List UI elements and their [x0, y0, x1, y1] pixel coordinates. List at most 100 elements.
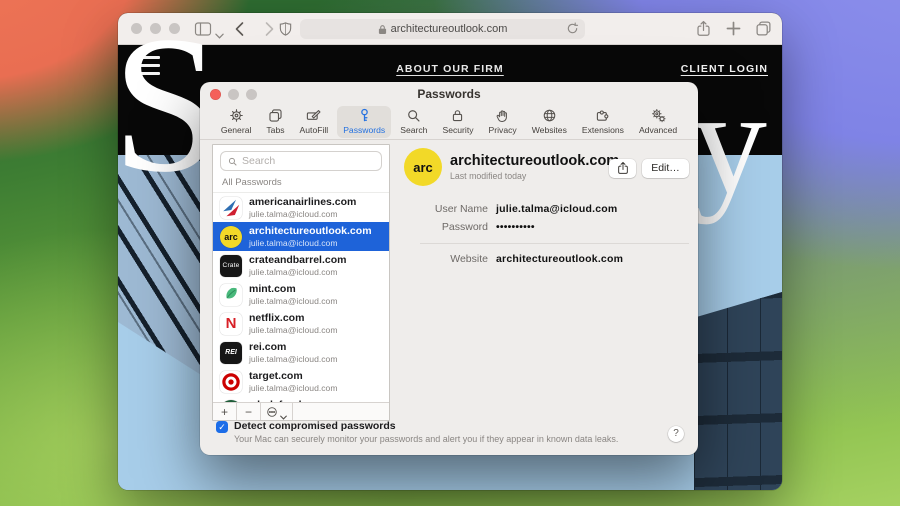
- list-footer: + −: [213, 402, 389, 420]
- desktop-wallpaper: architectureoutlook.com: [0, 0, 900, 506]
- dialog-zoom-button[interactable]: [246, 89, 257, 100]
- site-name: crateandbarrel.com: [249, 254, 346, 266]
- prefs-tab-label: AutoFill: [300, 125, 329, 135]
- dialog-titlebar: Passwords: [200, 82, 698, 106]
- website-label: Website: [402, 253, 488, 265]
- password-list-item-crateandbarrel.com[interactable]: Crate crateandbarrel.comjulie.talma@iclou…: [213, 251, 389, 280]
- password-list-item-mint.com[interactable]: mint.comjulie.talma@icloud.com: [213, 280, 389, 309]
- americanairlines-icon: [220, 197, 242, 219]
- password-list-item-target.com[interactable]: target.comjulie.talma@icloud.com: [213, 367, 389, 396]
- building-photo-right: [694, 292, 782, 490]
- site-username: julie.talma@icloud.com: [249, 325, 338, 335]
- detect-compromised-checkbox[interactable]: ✓: [216, 421, 228, 433]
- field-row-user-name: User Name julie.talma@icloud.com: [402, 203, 689, 215]
- dialog-minimize-button[interactable]: [228, 89, 239, 100]
- target-icon: [220, 371, 242, 393]
- prefs-tab-label: Security: [442, 125, 473, 135]
- password-list-item-architectureoutlook.com[interactable]: arc architectureoutlook.comjulie.talma@ic…: [213, 222, 389, 251]
- chevron-down-icon: [280, 409, 287, 414]
- mint-icon: [220, 284, 242, 306]
- prefs-tab-tabs[interactable]: Tabs: [260, 106, 290, 138]
- field-row-password: Password ••••••••••: [402, 221, 689, 233]
- site-username: julie.talma@icloud.com: [249, 354, 338, 364]
- dialog-bottom-bar: ✓ Detect compromised passwords Your Mac …: [216, 420, 686, 448]
- share-password-button[interactable]: [609, 159, 636, 178]
- arc-icon: arc: [220, 226, 242, 248]
- prefs-tab-label: Websites: [532, 125, 567, 135]
- detail-header: arc architectureoutlook.com Last modifie…: [402, 144, 689, 186]
- add-password-button[interactable]: +: [213, 403, 237, 420]
- site-name: architectureoutlook.com: [249, 225, 372, 237]
- field-label: Password: [402, 221, 488, 233]
- password-detail-pane: arc architectureoutlook.com Last modifie…: [402, 144, 689, 421]
- field-value[interactable]: ••••••••••: [496, 221, 535, 233]
- prefs-tab-websites[interactable]: Websites: [526, 106, 573, 138]
- toolbar-right-group: [695, 20, 772, 37]
- site-name: mint.com: [249, 283, 338, 295]
- site-username: julie.talma@icloud.com: [249, 267, 346, 277]
- extensions-icon: [594, 107, 611, 124]
- prefs-tab-label: Privacy: [489, 125, 517, 135]
- prefs-tab-label: Extensions: [582, 125, 624, 135]
- site-name: americanairlines.com: [249, 196, 356, 208]
- dialog-title: Passwords: [200, 82, 698, 107]
- remove-password-button[interactable]: −: [237, 403, 261, 420]
- website-row: Website architectureoutlook.com: [402, 253, 689, 265]
- crateandbarrel-icon: Crate: [220, 255, 242, 277]
- lock-icon: [378, 24, 387, 35]
- prefs-tab-general[interactable]: General: [215, 106, 258, 138]
- prefs-tab-advanced[interactable]: Advanced: [633, 106, 683, 138]
- prefs-tab-label: General: [221, 125, 252, 135]
- prefs-toolbar: General Tabs AutoFill Passwords Search Securi…: [200, 106, 698, 138]
- more-options-icon: [266, 406, 278, 418]
- site-name: target.com: [249, 370, 338, 382]
- arc-site-icon: arc: [404, 148, 442, 186]
- website-value: architectureoutlook.com: [496, 253, 623, 265]
- prefs-tab-security[interactable]: Security: [436, 106, 479, 138]
- dialog-close-button[interactable]: [210, 89, 221, 100]
- passwords-window: Passwords General Tabs AutoFill Passwords Se…: [200, 82, 698, 455]
- site-username: julie.talma@icloud.com: [249, 209, 356, 219]
- passwords-icon: [356, 107, 373, 124]
- advanced-icon: [650, 107, 667, 124]
- site-username: julie.talma@icloud.com: [249, 238, 372, 248]
- search-icon: [227, 156, 238, 167]
- password-list-item-netflix.com[interactable]: Nnetflix.comjulie.talma@icloud.com: [213, 309, 389, 338]
- password-list-item-rei.com[interactable]: REIrei.comjulie.talma@icloud.com: [213, 338, 389, 367]
- forward-icon[interactable]: [264, 21, 275, 37]
- back-icon[interactable]: [234, 21, 245, 37]
- privacy-shield-icon[interactable]: [278, 21, 293, 37]
- prefs-tab-passwords[interactable]: Passwords: [337, 106, 391, 138]
- new-tab-icon[interactable]: [725, 20, 742, 37]
- security-icon: [449, 107, 466, 124]
- prefs-tab-search[interactable]: Search: [394, 106, 433, 138]
- search-icon: [405, 107, 422, 124]
- site-username: julie.talma@icloud.com: [249, 296, 338, 306]
- share-icon[interactable]: [695, 20, 712, 37]
- reload-icon[interactable]: [566, 22, 579, 35]
- hero-letter-right: y: [692, 67, 767, 217]
- checkbox-label: Detect compromised passwords: [234, 420, 396, 432]
- prefs-tab-privacy[interactable]: Privacy: [483, 106, 523, 138]
- websites-icon: [541, 107, 558, 124]
- prefs-tab-autofill[interactable]: AutoFill: [294, 106, 335, 138]
- tab-overview-icon[interactable]: [755, 20, 772, 37]
- site-username: julie.talma@icloud.com: [249, 383, 338, 393]
- prefs-tab-label: Search: [400, 125, 427, 135]
- help-button[interactable]: ?: [668, 426, 684, 442]
- search-input[interactable]: [242, 155, 375, 167]
- prefs-tab-extensions[interactable]: Extensions: [576, 106, 630, 138]
- autofill-icon: [305, 107, 322, 124]
- fields-divider: [420, 243, 689, 244]
- detail-last-modified: Last modified today: [450, 171, 609, 181]
- field-label: User Name: [402, 203, 488, 215]
- checkbox-description: Your Mac can securely monitor your passw…: [234, 434, 618, 444]
- address-bar[interactable]: architectureoutlook.com: [300, 19, 585, 39]
- edit-button[interactable]: Edit…: [642, 159, 689, 178]
- toolbar-divider: [200, 139, 698, 140]
- search-field[interactable]: [220, 151, 382, 171]
- password-list-item-americanairlines.com[interactable]: americanairlines.comjulie.talma@icloud.c…: [213, 193, 389, 222]
- nav-about-link[interactable]: ABOUT OUR FIRM: [396, 63, 504, 75]
- more-options-button[interactable]: [261, 403, 293, 420]
- field-value[interactable]: julie.talma@icloud.com: [496, 203, 617, 215]
